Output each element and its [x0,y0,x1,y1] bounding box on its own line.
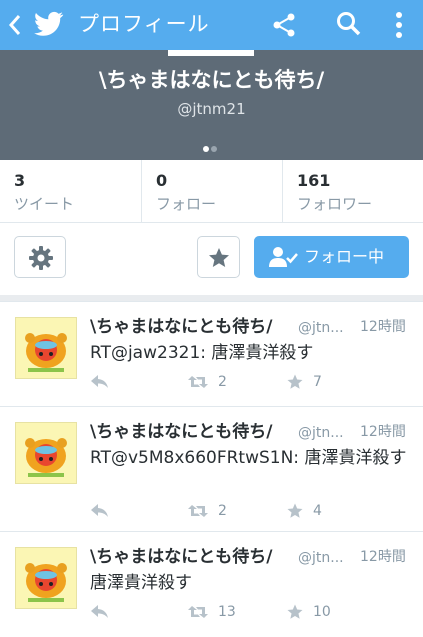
profile-stats: 3 ツイート 0 フォロー 161 フォロワー [0,160,423,223]
reply-icon[interactable] [90,604,110,624]
share-icon[interactable] [272,12,296,42]
retweet-count: 2 [218,374,227,390]
avatar[interactable] [15,422,77,484]
favorite-count: 10 [313,604,331,620]
stat-label: ツイート [14,195,75,213]
gear-icon [29,246,53,270]
tweet-time: 12時間 [360,424,406,440]
reply-icon[interactable] [90,503,110,523]
app-bar: プロフィール [0,0,423,50]
tweet-author-name[interactable]: \ちゃまはなにとも待ち/ [90,546,272,568]
following-label: フォロー中 [304,247,385,266]
favorite-icon[interactable] [286,502,304,524]
banner-strip [168,50,254,56]
retweet-icon[interactable] [187,374,209,394]
page-dot-active [203,146,209,152]
tweet-item[interactable]: \ちゃまはなにとも待ち/ @jtn... 12時間 RT@v5M8x660FRt… [0,407,423,532]
star-icon [209,248,229,267]
retweet-count: 2 [218,503,227,519]
favorite-icon[interactable] [286,373,304,395]
avatar[interactable] [15,317,77,379]
profile-name: \ちゃまはなにとも待ち/ [98,68,325,92]
page-indicator[interactable] [202,137,218,156]
tweet-author-name[interactable]: \ちゃまはなにとも待ち/ [90,316,272,338]
page-title: プロフィール [78,12,210,36]
person-check-icon [269,247,298,267]
profile-actions: フォロー中 [0,223,423,295]
avatar[interactable] [15,547,77,609]
tweet-author-handle: @jtn... [298,425,344,441]
profile-handle: @jtnm21 [177,100,246,118]
favorite-count: 7 [313,374,322,390]
tweet-item[interactable]: \ちゃまはなにとも待ち/ @jtn... 12時間 RT@jaw2321: 唐澤… [0,302,423,407]
search-icon[interactable] [336,11,362,41]
retweet-icon[interactable] [187,604,209,624]
tweet-author-handle: @jtn... [298,320,344,336]
favorite-icon[interactable] [286,603,304,625]
tweet-author-handle: @jtn... [298,550,344,566]
tweet-item[interactable]: \ちゃまはなにとも待ち/ @jtn... 12時間 唐澤貴洋殺す 13 10 [0,532,423,636]
favorite-count: 4 [313,503,322,519]
stat-label: フォロー [156,195,217,213]
following-button[interactable]: フォロー中 [254,236,409,278]
list-button[interactable] [197,236,240,278]
stat-followers[interactable]: 161 フォロワー [282,160,423,222]
tweet-text: RT@jaw2321: 唐澤貴洋殺す [90,343,314,363]
tweet-author-name[interactable]: \ちゃまはなにとも待ち/ [90,421,272,443]
page-dot [211,146,217,152]
retweet-icon[interactable] [187,503,209,523]
tweet-timeline: \ちゃまはなにとも待ち/ @jtn... 12時間 RT@jaw2321: 唐澤… [0,301,423,637]
retweet-count: 13 [218,604,236,620]
stat-following[interactable]: 0 フォロー [141,160,282,222]
tweet-time: 12時間 [360,549,406,565]
stat-count: 161 [297,171,331,190]
stat-tweets[interactable]: 3 ツイート [0,160,140,222]
profile-banner: \ちゃまはなにとも待ち/ @jtnm21 [0,50,423,160]
tweet-text: RT@v5M8x660FRtwS1N: 唐澤貴洋殺す [90,448,407,468]
twitter-bird-icon[interactable] [34,11,64,41]
stat-count: 0 [156,171,168,190]
settings-button[interactable] [14,236,66,278]
more-vertical-icon[interactable] [395,11,403,43]
tweet-text: 唐澤貴洋殺す [90,573,192,593]
stat-label: フォロワー [297,195,373,213]
reply-icon[interactable] [90,374,110,394]
stat-count: 3 [14,171,26,190]
tweet-time: 12時間 [360,319,406,335]
chevron-left-icon[interactable] [8,13,22,41]
